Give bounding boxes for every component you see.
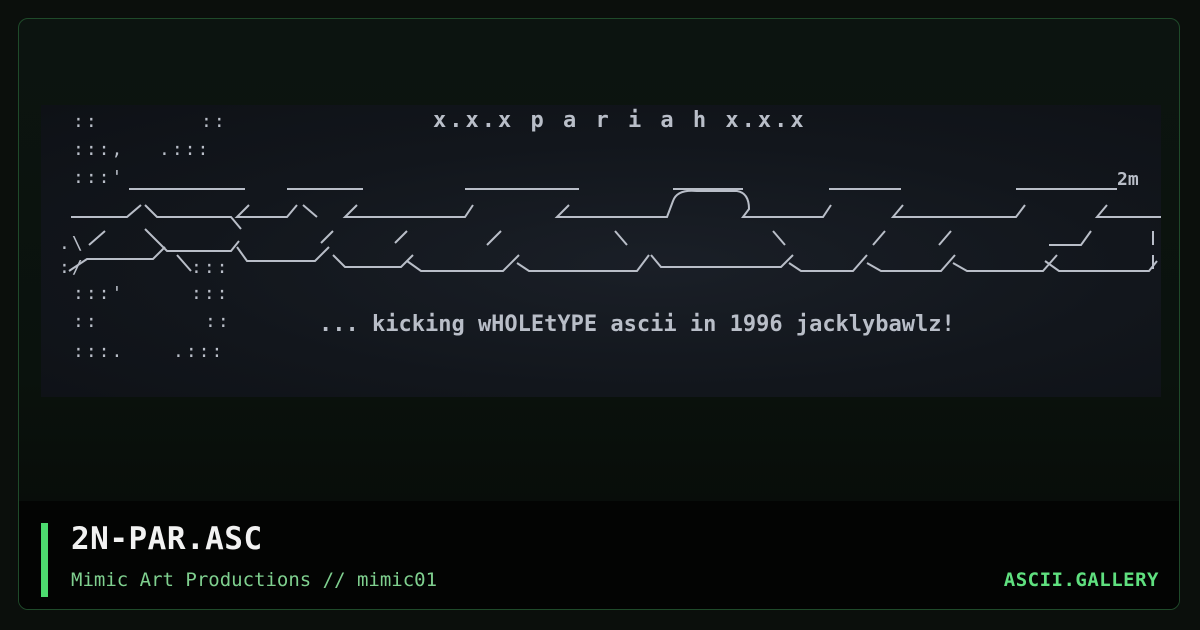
svg-text:::: :: xyxy=(201,111,227,132)
ascii-art-graphic: :: :: :::, .::: :::' .\ :/ ::: :::' ::: … xyxy=(59,108,1161,362)
site-name[interactable]: ASCII.GALLERY xyxy=(1004,569,1159,591)
ascii-letterforms xyxy=(68,188,1161,272)
ascii-art-header: x.x.x p a r i a h x.x.x xyxy=(433,108,807,133)
ascii-dot-pattern-left: :: :: :::, .::: :::' .\ :/ ::: :::' ::: … xyxy=(59,111,231,362)
svg-text::::: ::: xyxy=(191,283,230,304)
svg-text:.:::: .::: xyxy=(159,139,210,160)
svg-text::::': :::' xyxy=(73,283,124,304)
svg-text::::: ::: xyxy=(191,257,230,278)
preview-card: :: :: :::, .::: :::' .\ :/ ::: :::' ::: … xyxy=(18,18,1180,610)
svg-text:::: :: xyxy=(205,311,231,332)
svg-text::::.: :::. xyxy=(73,341,124,362)
artist-credit: Mimic Art Productions // mimic01 xyxy=(71,569,438,591)
footer-bar: 2N-PAR.ASC Mimic Art Productions // mimi… xyxy=(19,501,1179,609)
svg-text:::: :: xyxy=(73,311,99,332)
svg-text::::': :::' xyxy=(73,167,124,188)
accent-bar xyxy=(41,523,48,597)
ascii-art-image: :: :: :::, .::: :::' .\ :/ ::: :::' ::: … xyxy=(41,105,1161,397)
page-title: 2N-PAR.ASC xyxy=(71,521,263,557)
ascii-art-tag: 2m xyxy=(1117,169,1139,190)
ascii-art-tagline: ... kicking wHOLEtYPE ascii in 1996 jack… xyxy=(319,312,955,337)
svg-text::/: :/ xyxy=(59,257,85,278)
svg-text:.\: .\ xyxy=(59,233,85,254)
svg-text:::: :: xyxy=(73,111,99,132)
svg-text::::,: :::, xyxy=(73,139,124,160)
svg-text:.:::: .::: xyxy=(173,341,224,362)
